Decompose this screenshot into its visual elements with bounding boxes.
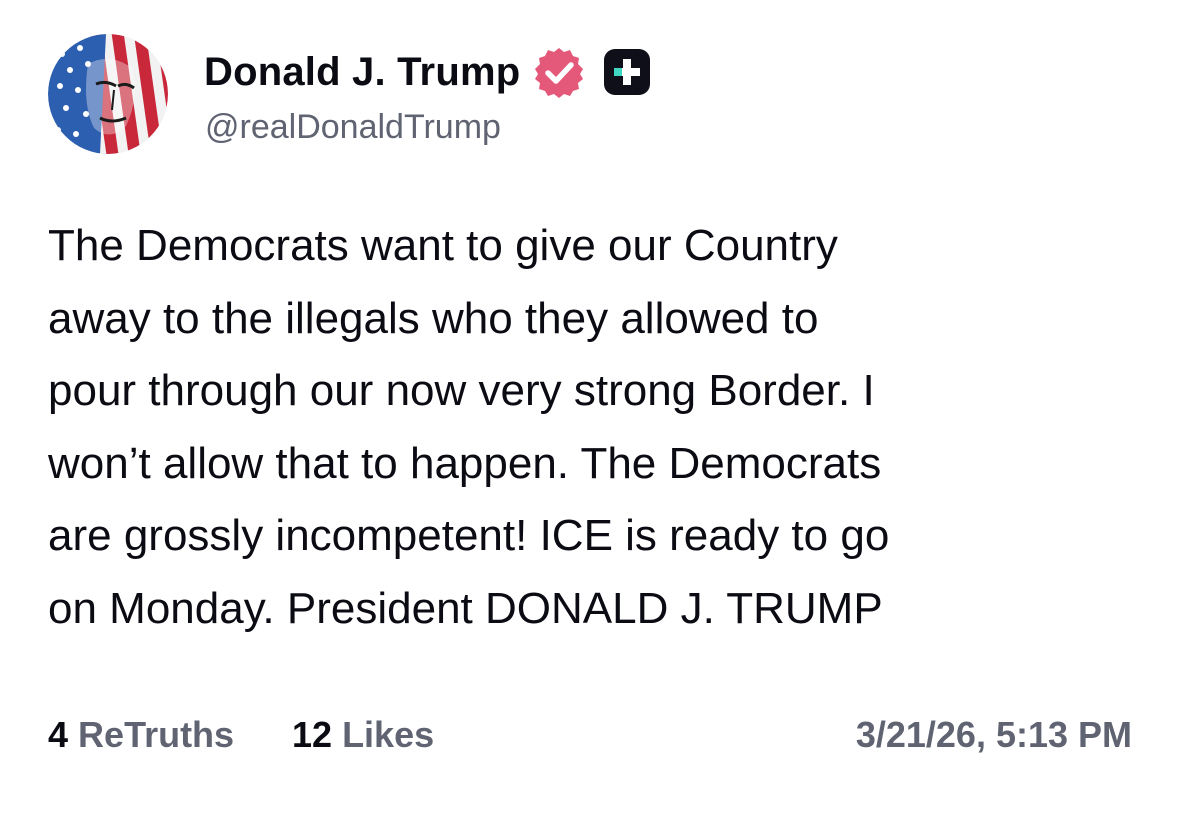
post-footer: 4 ReTruths 12 Likes 3/21/26, 5:13 PM [48,708,1132,764]
author-name-row: Donald J. Trump [204,46,652,98]
user-handle[interactable]: @realDonaldTrump [205,108,501,147]
post-timestamp[interactable]: 3/21/26, 5:13 PM [856,714,1132,756]
avatar[interactable] [48,34,168,154]
display-name[interactable]: Donald J. Trump [204,50,520,95]
post-text: The Democrats want to give our Country a… [48,221,890,633]
retruths-label: ReTruths [78,714,235,755]
retruths-count: 4 [48,714,69,755]
likes-label: Likes [342,714,435,755]
verified-badge-icon [535,48,584,98]
plus-badge-icon [604,49,651,95]
likes-count: 12 [292,714,333,755]
truth-post: Donald J. Trump @realDonaldTrump The Dem… [0,0,1179,816]
retruths-stat[interactable]: 4 ReTruths [48,714,234,756]
likes-stat[interactable]: 12 Likes [292,714,434,756]
flag-portrait-avatar-icon [48,34,168,154]
